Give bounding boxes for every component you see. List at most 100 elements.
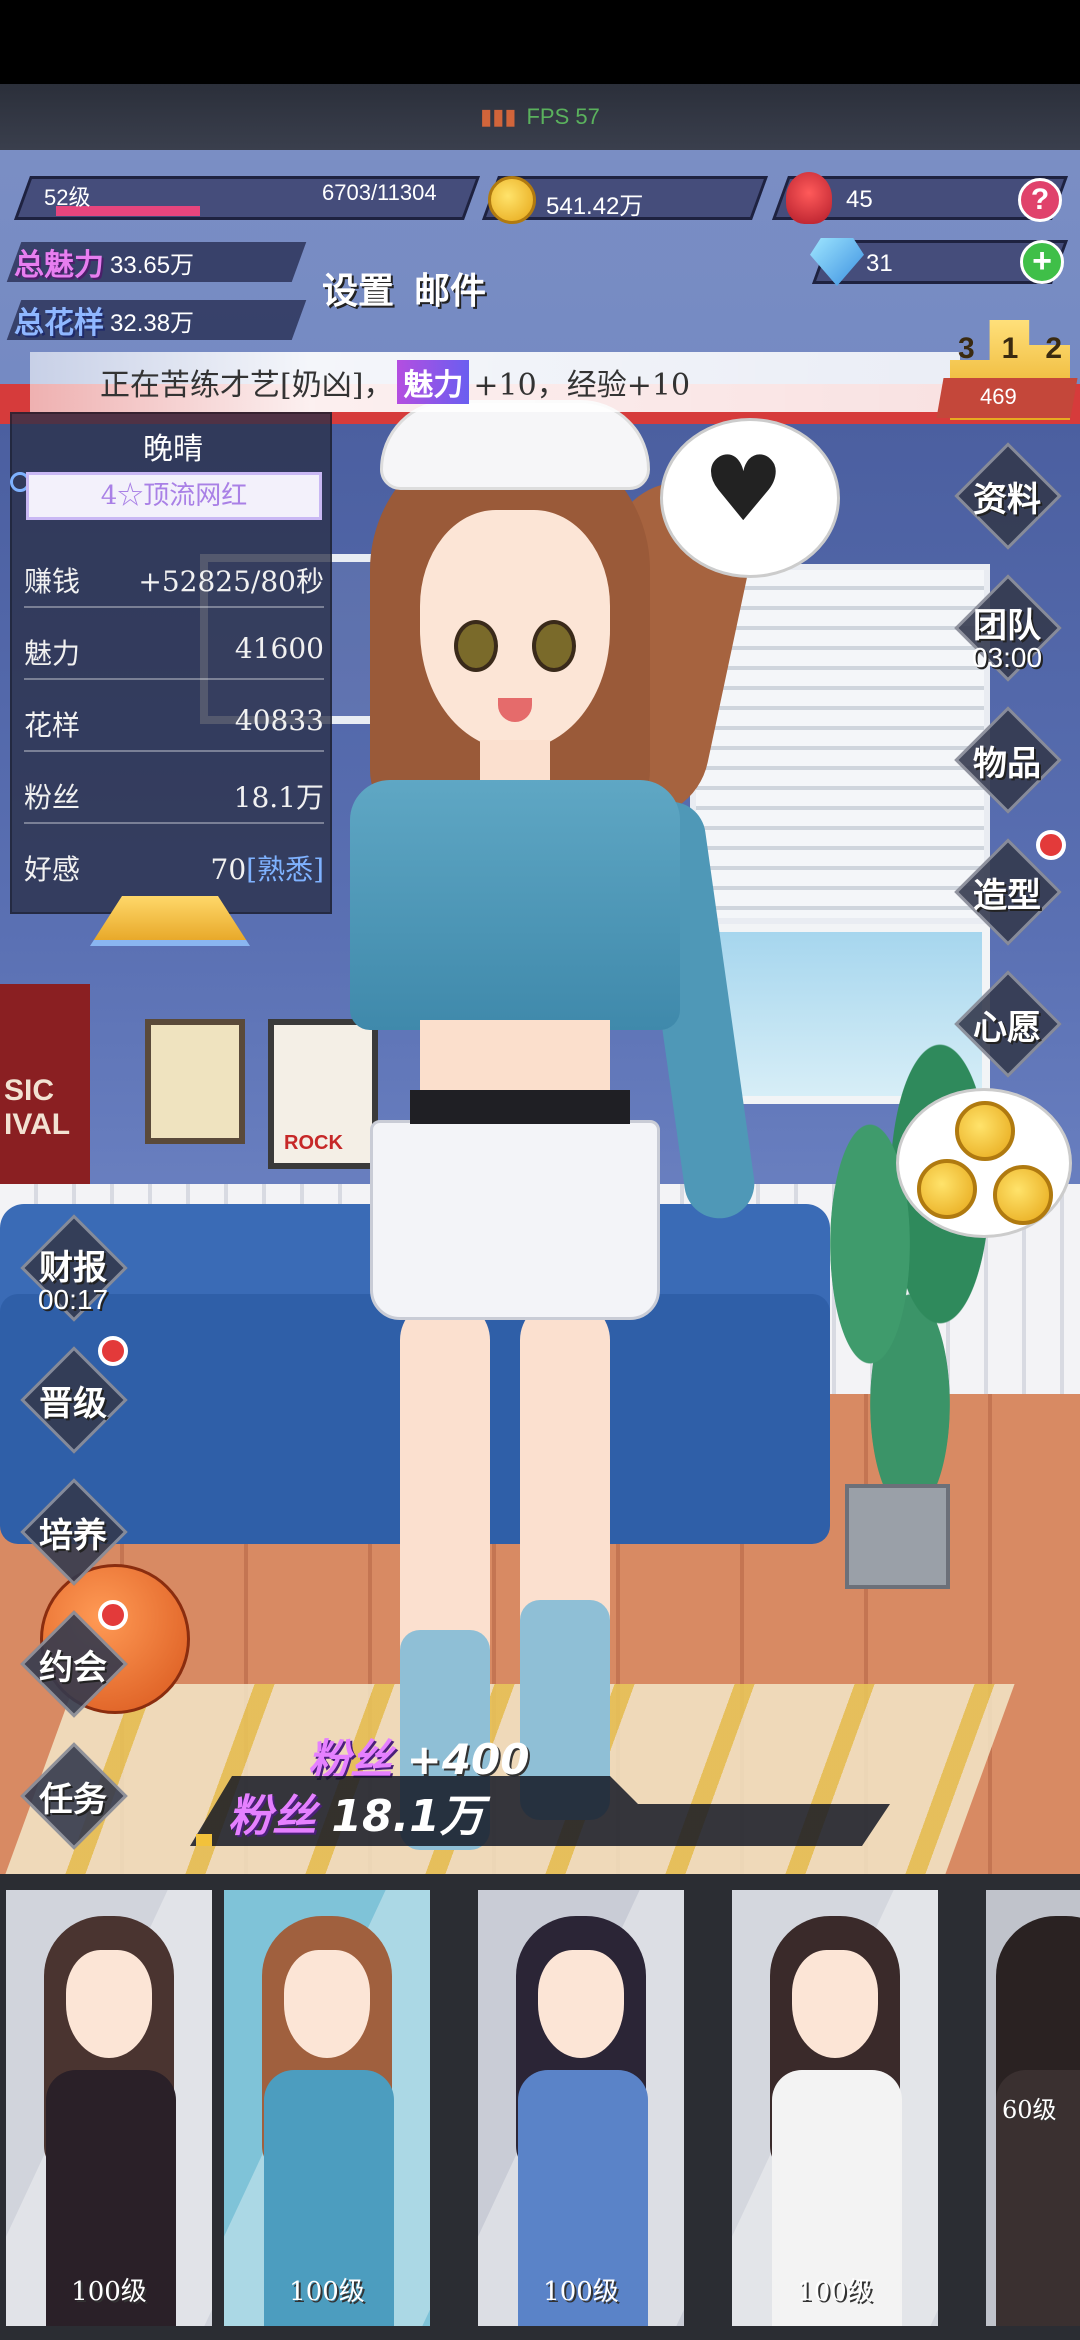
activity-message: 正在苦练才艺[奶凶]， 魅力 +10，经验+10 [30, 352, 960, 412]
coin-icon [488, 176, 536, 224]
roster-face [66, 1950, 152, 2058]
total-pattern-value: 32.38万 [110, 309, 195, 337]
roster-level: 60级 [1002, 2096, 1057, 2124]
podium-first: 1 [1001, 332, 1019, 365]
character-eye [532, 620, 576, 672]
level-text: 52级 [44, 185, 91, 210]
message-suffix: +10，经验+10 [473, 368, 691, 403]
roster-level: 100级 [797, 2277, 873, 2307]
affection-tag: [熟悉] [246, 853, 324, 886]
button-label: 晋级 [39, 1384, 107, 1424]
fans-total-label: 粉丝 [228, 1791, 316, 1842]
total-charm: 总魅力 33.65万 [6, 242, 307, 282]
plus-icon[interactable]: + [1020, 240, 1064, 284]
button-label: 心愿 [973, 1008, 1041, 1048]
team-timer: 03:00 [971, 642, 1043, 673]
wish-button[interactable]: 心愿 [952, 968, 1062, 1078]
total-charm-value: 33.65万 [110, 251, 195, 279]
question-icon[interactable]: ? [1018, 178, 1062, 222]
info-row-charm: 魅力 41600 [24, 632, 324, 680]
character-mouth [498, 698, 532, 722]
character-belt [410, 1090, 630, 1124]
festival-poster [0, 984, 90, 1214]
debug-status-bar: ▮▮▮ FPS 57 [0, 84, 1080, 150]
character-name: 晚晴 [143, 432, 203, 467]
button-label: 团队 [973, 606, 1041, 646]
fans-total-value: 18.1万 [331, 1791, 484, 1842]
info-value: 70 [210, 853, 247, 886]
info-label: 粉丝 [24, 781, 81, 814]
character-beret [380, 400, 650, 490]
finance-timer: 00:17 [37, 1284, 109, 1315]
settings-button[interactable]: 设置 [322, 262, 394, 314]
roster-card[interactable]: 60级 [986, 1890, 1080, 2326]
coin-icon [917, 1159, 977, 1219]
promotion-button[interactable]: 晋级 [18, 1344, 128, 1454]
character-midriff [420, 1020, 610, 1100]
button-label: 物品 [973, 744, 1041, 784]
barbeque-poster [145, 1019, 245, 1144]
character-eye [454, 620, 498, 672]
character-face [420, 510, 610, 750]
coin-icon [993, 1165, 1053, 1225]
button-label: 财报 [39, 1248, 107, 1288]
character-top [350, 780, 680, 1030]
mail-button[interactable]: 邮件 [414, 262, 486, 314]
task-button[interactable]: 任务 [18, 1740, 128, 1850]
total-charm-label: 总魅力 [14, 249, 104, 282]
fans-progress-fill [196, 1834, 212, 1846]
message-prefix: 正在苦练才艺[奶凶]， [100, 368, 394, 403]
roster-level: 100级 [71, 2277, 147, 2307]
date-button[interactable]: 约会 [18, 1608, 128, 1718]
character-shorts [370, 1120, 660, 1320]
rose-icon [786, 172, 832, 224]
podium-third: 3 [958, 332, 975, 365]
info-value: 40833 [234, 704, 324, 737]
info-row-pattern: 花样 40833 [24, 704, 324, 752]
total-pattern: 总花样 32.38万 [6, 300, 307, 340]
rank-value: 469 [980, 384, 1017, 409]
team-button[interactable]: 团队 03:00 [952, 572, 1062, 682]
roster-card[interactable]: 100级 [6, 1890, 212, 2326]
training-button[interactable]: 培养 [18, 1476, 128, 1586]
info-label: 花样 [24, 709, 81, 742]
character-info-card: 晚晴 4☆顶流网红 赚钱 +52825/80秒 魅力 41600 花样 4083… [10, 412, 332, 914]
main-character[interactable] [330, 400, 764, 1880]
heart-gesture-bubble[interactable]: ♥ [660, 418, 840, 578]
info-value: 18.1万 [233, 781, 324, 814]
character-roster: 100级 100级 100级 100级 60级 [0, 1874, 1080, 2340]
info-value-group: 70[熟悉] [211, 848, 325, 888]
finance-report-button[interactable]: 财报 00:17 [18, 1212, 128, 1322]
network-signal-icon: ▮▮▮ [480, 104, 517, 129]
roster-face [284, 1950, 370, 2058]
info-row-affection: 好感 70[熟悉] [24, 848, 324, 894]
items-button[interactable]: 物品 [952, 704, 1062, 814]
roster-card[interactable]: 100级 [478, 1890, 684, 2326]
plant-pot [845, 1484, 950, 1589]
podium-positions: 3 1 2 [958, 332, 1062, 366]
fps-counter: FPS 57 [526, 104, 600, 129]
rose-amount: 45 [846, 186, 873, 213]
profile-button[interactable]: 资料 [952, 440, 1062, 550]
podium-second: 2 [1045, 332, 1062, 365]
info-row-earnings: 赚钱 +52825/80秒 [24, 560, 324, 608]
coin-icon [955, 1101, 1015, 1161]
roster-card[interactable]: 100级 [732, 1890, 938, 2326]
coin-collect-bubble[interactable] [896, 1088, 1072, 1238]
info-value: +52825/80秒 [138, 565, 324, 598]
button-label: 约会 [39, 1648, 107, 1688]
info-value: 41600 [234, 632, 324, 665]
coin-amount: 541.42万 [546, 193, 644, 220]
gem-amount: 31 [866, 250, 893, 277]
info-label: 好感 [24, 853, 81, 886]
info-label: 魅力 [24, 637, 81, 670]
message-highlight: 魅力 [397, 360, 470, 404]
character-title: 4☆顶流网红 [26, 472, 322, 520]
exp-text: 6703/11304 [322, 180, 437, 205]
roster-card-selected[interactable]: 100级 [224, 1890, 430, 2326]
roster-face [792, 1950, 878, 2058]
button-label: 培养 [39, 1516, 107, 1556]
notification-dot [1036, 830, 1066, 860]
button-label: 造型 [973, 876, 1041, 916]
fans-total: 粉丝 18.1万 [228, 1780, 484, 1844]
